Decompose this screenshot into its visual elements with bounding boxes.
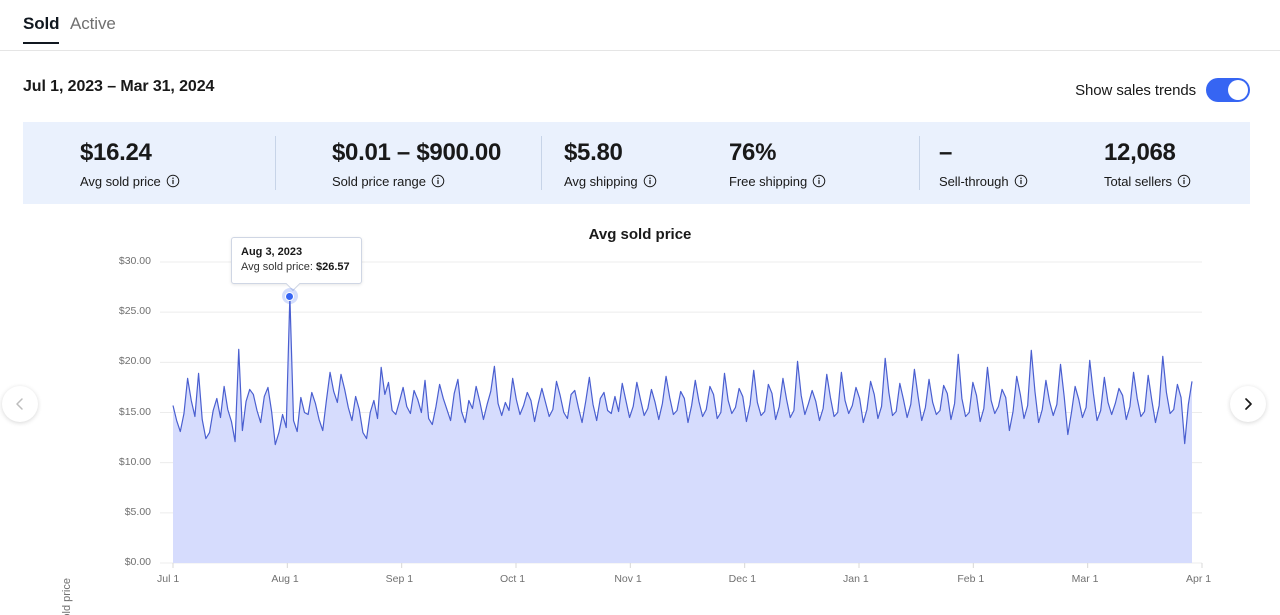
stat-label: Sold price range [332, 173, 426, 189]
chart-x-tick-label: Feb 1 [957, 573, 985, 585]
chart-y-tick-label: $15.00 [118, 405, 151, 418]
stat-value: $5.80 [564, 138, 623, 166]
chart-y-tick-label: $5.00 [124, 505, 151, 518]
chart-y-tick-label: $20.00 [118, 355, 151, 368]
stat-avg-shipping: $5.80 Avg shipping [542, 122, 729, 204]
info-icon[interactable] [431, 174, 445, 188]
stat-label: Avg shipping [564, 173, 638, 189]
chart-tooltip: Aug 3, 2023 Avg sold price: $26.57 [231, 237, 362, 292]
summary-stats-bar: $16.24 Avg sold price $0.01 – $900.00 So… [23, 122, 1250, 204]
toggle-knob [1228, 80, 1248, 100]
info-icon[interactable] [1014, 174, 1028, 188]
avg-sold-price-chart: Avg sold price $0.00 $5.00 $10.00 $15.00 $20… [0, 220, 1280, 615]
stat-value: 76% [729, 138, 777, 166]
sales-trends-panel: Sold Active Jul 1, 2023 – Mar 31, 2024 S… [0, 0, 1280, 615]
chart-x-tick-label: Jan 1 [843, 573, 869, 585]
chart-plot-surface [160, 261, 1203, 568]
info-icon[interactable] [166, 174, 180, 188]
chart-area-fill [173, 296, 1192, 563]
chart-x-tick-label: Nov 1 [614, 573, 642, 585]
chart-x-tick-label: Mar 1 [1071, 573, 1099, 585]
date-range-label: Jul 1, 2023 – Mar 31, 2024 [23, 78, 215, 95]
stat-value: – [939, 138, 953, 166]
tooltip-date: Aug 3, 2023 [241, 246, 303, 258]
chart-y-tick-label: $30.00 [118, 255, 151, 267]
stat-avg-sold-price: $16.24 Avg sold price [23, 122, 275, 204]
tooltip-value-label: Avg sold price: [241, 261, 317, 273]
stat-label: Avg sold price [80, 173, 161, 189]
chevron-right-icon [1245, 398, 1252, 410]
tab-sold[interactable]: Sold [23, 13, 60, 44]
chart-x-tick-label: Aug 1 [271, 573, 299, 585]
stat-sold-price-range: $0.01 – $900.00 Sold price range [276, 122, 541, 204]
tab-active[interactable]: Active [70, 13, 116, 42]
info-icon[interactable] [812, 174, 826, 188]
chart-y-axis-ticks: $0.00 $5.00 $10.00 $15.00 $20.00 $25.00 $30.00 [105, 220, 151, 615]
chart-next-button[interactable] [1230, 386, 1266, 422]
info-icon[interactable] [643, 174, 657, 188]
tab-bar: Sold Active [0, 0, 1280, 51]
show-sales-trends-control: Show sales trends [1075, 78, 1250, 102]
chart-prev-button[interactable] [2, 386, 38, 422]
stat-free-shipping: 76% Free shipping [729, 122, 919, 204]
chevron-left-icon [16, 398, 23, 410]
stat-label: Sell-through [939, 173, 1009, 189]
stat-label: Total sellers [1104, 173, 1172, 189]
stat-label: Free shipping [729, 173, 808, 189]
chart-y-tick-label: $0.00 [124, 556, 151, 568]
show-sales-trends-toggle[interactable] [1206, 78, 1250, 102]
chart-x-tick-label: Apr 1 [1186, 573, 1212, 585]
chart-x-tick-label: Jul 1 [157, 573, 180, 585]
stat-sell-through: – Sell-through [920, 122, 1104, 204]
tooltip-value-row: Avg sold price: $26.57 [241, 260, 352, 275]
stat-total-sellers: 12,068 Total sellers [1104, 122, 1191, 204]
chart-y-tick-label: $25.00 [118, 305, 151, 318]
show-sales-trends-label: Show sales trends [1075, 81, 1196, 99]
stat-value: 12,068 [1104, 138, 1176, 166]
tooltip-value: $26.57 [316, 261, 350, 273]
chart-x-tick-label: Dec 1 [728, 573, 757, 585]
chart-x-tick-label: Oct 1 [500, 573, 526, 585]
chart-x-tick-label: Sep 1 [385, 573, 414, 585]
stat-value: $0.01 – $900.00 [332, 138, 501, 166]
marker-dot [285, 291, 295, 301]
chart-y-tick-label: $10.00 [118, 455, 151, 468]
stat-value: $16.24 [80, 138, 152, 166]
info-icon[interactable] [1177, 174, 1191, 188]
